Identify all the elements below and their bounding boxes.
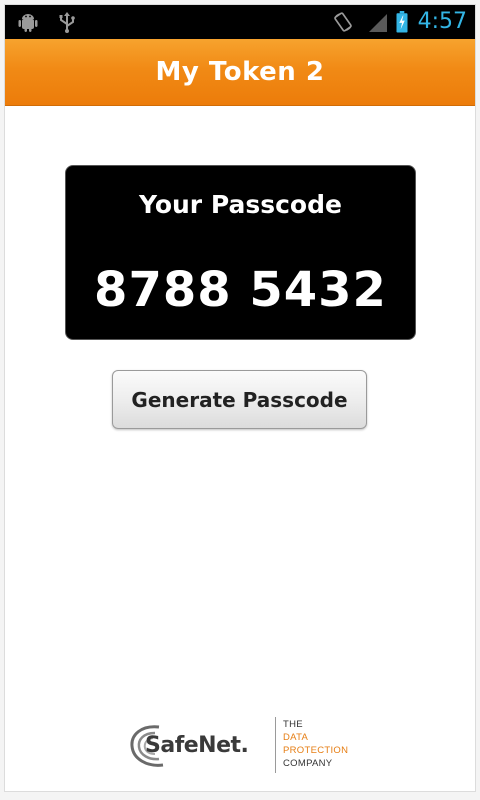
status-bar: 4:57 xyxy=(5,5,475,39)
app-title-bar: My Token 2 xyxy=(5,39,475,106)
passcode-label: Your Passcode xyxy=(139,190,342,219)
app-title: My Token 2 xyxy=(155,57,325,87)
tagline-line-2: DATA xyxy=(283,732,309,743)
passcode-display: Your Passcode 8788 5432 xyxy=(65,165,416,340)
passcode-value: 8788 5432 xyxy=(94,262,387,318)
signal-icon xyxy=(369,14,387,32)
tagline-line-1: THE xyxy=(283,719,303,730)
status-time: 4:57 xyxy=(417,9,467,34)
usb-icon xyxy=(59,12,75,33)
logo-divider xyxy=(275,717,276,773)
android-debug-icon xyxy=(18,14,38,32)
screen-rotation-icon xyxy=(334,12,352,32)
generate-passcode-button[interactable]: Generate Passcode xyxy=(112,370,367,429)
tagline-line-3: PROTECTION xyxy=(283,745,349,756)
logo-tagline: THE DATA PROTECTION COMPANY xyxy=(283,718,348,770)
tagline-line-4: COMPANY xyxy=(283,758,333,769)
safenet-logo: SafeNet. THE DATA PROTECTION COMPANY xyxy=(129,717,359,773)
battery-charging-icon xyxy=(396,11,408,33)
app-screen: 4:57 My Token 2 Your Passcode 8788 5432 … xyxy=(4,4,476,792)
logo-wordmark: SafeNet. xyxy=(145,733,249,758)
